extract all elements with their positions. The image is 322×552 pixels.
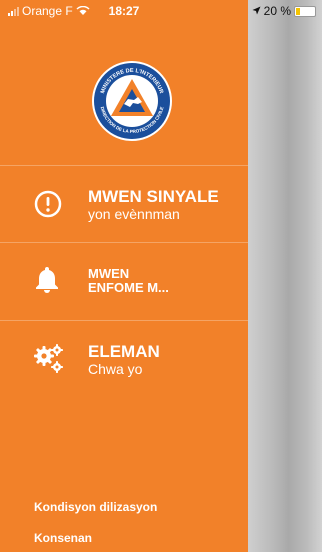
menu-item-title-line2: ENFOME M...: [88, 280, 169, 295]
menu-item-mwen-sinyale[interactable]: MWEN SINYALE yon evènnman: [0, 166, 248, 242]
clock: 18:27: [108, 4, 140, 18]
bell-icon: [36, 267, 58, 293]
content-backdrop[interactable]: [248, 0, 322, 552]
menu-item-title-line1: MWEN: [88, 266, 130, 281]
terms-of-use-link[interactable]: Kondisyon dilizasyon: [34, 500, 157, 514]
menu-item-title: MWEN SINYALE: [88, 187, 219, 206]
menu-item-mwen-enfome[interactable]: MWEN ENFOME M...: [0, 243, 248, 319]
menu-item-title: ELEMAN: [88, 342, 160, 361]
navigation-drawer: MINISTERE DE L'INTERIEUR DIRECTION DE LA…: [0, 0, 248, 552]
menu-item-subtitle: Chwa yo: [88, 361, 143, 377]
status-bar: Orange F 18:27 20 %: [0, 0, 322, 22]
battery-icon: [294, 5, 316, 17]
location-arrow-icon: [252, 6, 261, 15]
consent-link[interactable]: Konsenan: [34, 531, 92, 545]
gears-icon: [34, 344, 63, 373]
menu-item-subtitle: yon evènnman: [88, 206, 180, 222]
battery-group: 20 %: [252, 4, 316, 18]
battery-percentage: 20 %: [263, 4, 291, 18]
menu-item-eleman[interactable]: ELEMAN Chwa yo: [0, 321, 248, 397]
alert-circle-icon: [34, 190, 62, 218]
protection-civile-logo: MINISTERE DE L'INTERIEUR DIRECTION DE LA…: [92, 61, 172, 141]
